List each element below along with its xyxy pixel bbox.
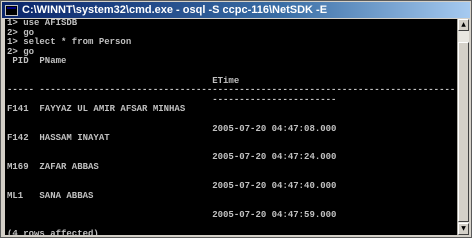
window-title: C:\WINNT\system32\cmd.exe - osql -S ccpc… bbox=[22, 4, 328, 16]
scroll-down-button[interactable]: ▼ bbox=[458, 223, 469, 235]
console-icon[interactable] bbox=[5, 4, 18, 16]
console-line: 1> use AFISDB bbox=[7, 19, 78, 28]
console-line: 2> go bbox=[7, 46, 35, 57]
console-line: 2005-07-20 04:47:59.000 bbox=[7, 209, 337, 220]
console-line: F141 FAYYAZ UL AMIR AFSAR MINHAS bbox=[7, 104, 186, 115]
console-line: F142 HASSAM INAYAT bbox=[7, 133, 110, 144]
title-bar[interactable]: C:\WINNT\system32\cmd.exe - osql -S ccpc… bbox=[2, 2, 470, 18]
scroll-up-arrow-icon: ▲ bbox=[461, 21, 466, 28]
console-line: PID PName bbox=[7, 56, 67, 67]
console-line: M169 ZAFAR ABBAS bbox=[7, 161, 99, 172]
cmd-window: C:\WINNT\system32\cmd.exe - osql -S ccpc… bbox=[0, 0, 472, 238]
console-text: 1> use AFISDB 2> go 1> select * from Perso… bbox=[5, 19, 458, 235]
vertical-scrollbar[interactable]: ▲ ▼ bbox=[457, 19, 469, 235]
console-line: (4 rows affected) bbox=[7, 229, 99, 235]
scroll-thumb[interactable] bbox=[458, 42, 469, 222]
console-line: ML1 SANA ABBAS bbox=[7, 190, 94, 201]
console-output[interactable]: 1> use AFISDB 2> go 1> select * from Perso… bbox=[5, 19, 458, 235]
scroll-down-arrow-icon: ▼ bbox=[461, 225, 466, 232]
console-line: 1> select * from Person bbox=[7, 37, 132, 48]
scroll-up-button[interactable]: ▲ bbox=[458, 19, 469, 31]
